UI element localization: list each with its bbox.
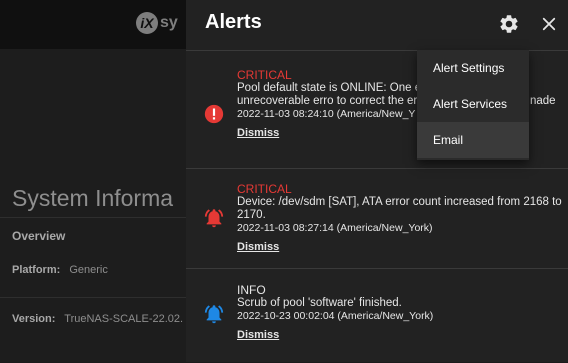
version-row: Version: TrueNAS-SCALE-22.02. [12,313,183,325]
divider [0,297,186,298]
dismiss-link[interactable]: Dismiss [237,329,279,342]
platform-row: Platform: Generic [12,264,108,276]
menu-item-alert-services[interactable]: Alert Services [417,86,529,122]
menu-item-email[interactable]: Email [417,122,529,158]
bell-alert-icon [202,206,226,230]
platform-key: Platform: [12,264,61,276]
alert-message: Device: /dev/sdm [SAT], ATA error count … [237,196,562,221]
gear-icon[interactable] [496,11,522,37]
dismiss-link[interactable]: Dismiss [237,127,279,140]
dismiss-link[interactable]: Dismiss [237,241,279,254]
version-value: TrueNAS-SCALE-22.02. [64,313,184,325]
menu-item-alert-settings[interactable]: Alert Settings [417,50,529,86]
alert-message-overflow: nade [530,95,556,107]
version-key: Version: [12,313,56,325]
alert-settings-menu: Alert Settings Alert Services Email [417,50,529,160]
bell-alert-icon [202,302,226,326]
platform-value: Generic [69,264,108,276]
truenas-logo: iX sy [136,12,178,34]
alert-level: CRITICAL [237,182,292,196]
divider [0,217,186,218]
overview-label: Overview [12,229,66,243]
alert-message: Scrub of pool 'software' finished. [237,297,402,309]
system-information-title: System Informa [12,185,174,211]
alert-level: INFO [237,283,266,297]
ix-logo-icon: iX [136,12,158,34]
alert-timestamp: 2022-10-23 00:02:04 (America/New_York) [237,310,434,322]
alerts-header: Alerts [186,0,568,49]
alert-timestamp: 2022-11-03 08:27:14 (America/New_York) [237,222,433,234]
error-circle-icon [202,102,226,126]
close-icon[interactable] [536,11,562,37]
alerts-title: Alerts [205,11,262,33]
alert-item: CRITICAL Device: /dev/sdm [SAT], ATA err… [186,168,568,269]
alert-item: INFO Scrub of pool 'software' finished. … [186,268,568,363]
